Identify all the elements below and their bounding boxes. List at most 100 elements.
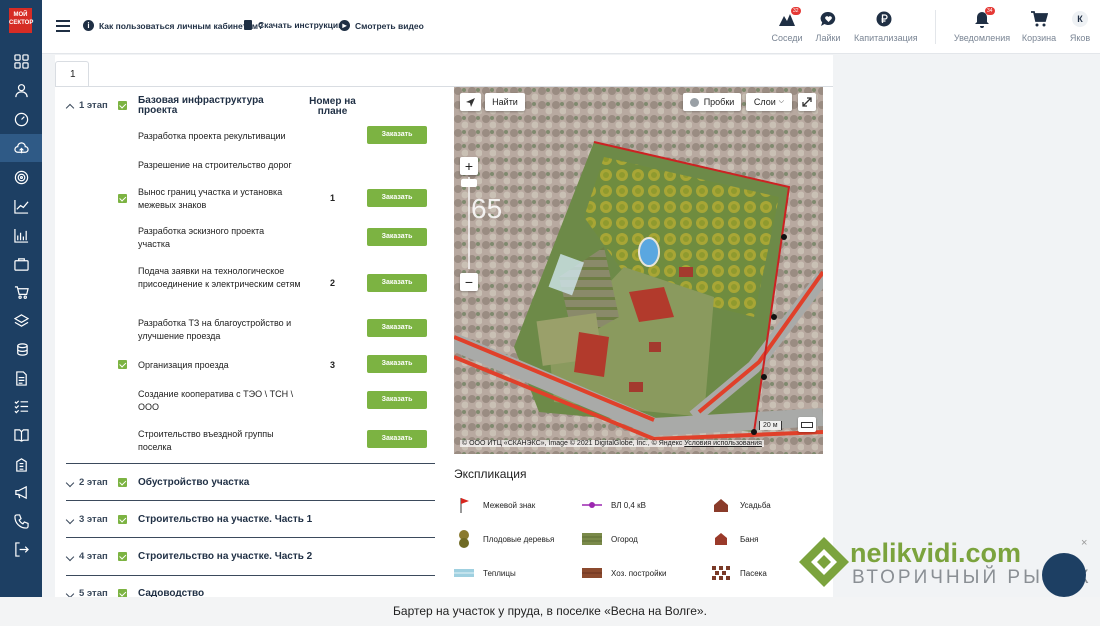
legend-item: Усадьба	[711, 498, 771, 512]
power-line-icon	[582, 498, 602, 512]
cloud-upload-icon[interactable]	[0, 134, 42, 162]
item-text: Организация проезда	[138, 360, 229, 370]
coins-icon[interactable]	[0, 335, 42, 363]
capitalization-button[interactable]: Капитализация	[854, 9, 918, 43]
order-button[interactable]: Заказать	[367, 319, 427, 337]
ruble-icon	[876, 11, 892, 27]
profile-button[interactable]: К Яков	[1050, 9, 1100, 43]
megaphone-icon[interactable]	[0, 478, 42, 506]
flag-icon	[454, 498, 474, 513]
order-button[interactable]: Заказать	[367, 391, 427, 409]
order-button[interactable]: Заказать	[367, 189, 427, 207]
zoom-out-button[interactable]: −	[460, 273, 478, 291]
document-icon[interactable]	[0, 364, 42, 392]
satellite-image	[454, 87, 823, 454]
logout-icon[interactable]	[0, 535, 42, 563]
item-text: Вынос границ участка и установка межевых…	[138, 187, 283, 210]
ruler-icon[interactable]	[798, 417, 816, 432]
help-link-label: Как пользоваться личным кабинетом?	[99, 20, 264, 31]
stage4-title: Строительство на участке. Часть 2	[138, 551, 313, 562]
stage3-toggle[interactable]: 3 этап	[65, 514, 108, 525]
traffic-button[interactable]: Пробки	[683, 93, 741, 111]
traffic-label: Пробки	[703, 97, 735, 107]
notifications-badge: 34	[985, 7, 995, 15]
stage1-checkbox[interactable]	[118, 101, 127, 110]
legend-label: Межевой знак	[483, 500, 536, 510]
locate-icon[interactable]	[460, 93, 481, 111]
chart-line-icon[interactable]	[0, 192, 42, 220]
item-checkbox[interactable]	[118, 194, 127, 203]
item-text: Строительство въездной группы поселка	[138, 429, 274, 452]
stage4-label: 4 этап	[79, 551, 108, 562]
book-icon[interactable]	[0, 421, 42, 449]
item-checkbox[interactable]	[118, 360, 127, 369]
find-button[interactable]: Найти	[485, 93, 525, 111]
house-icon	[711, 498, 731, 512]
layers-button[interactable]: Слои ⌵	[746, 93, 792, 111]
stage3-label: 3 этап	[79, 514, 108, 525]
plan-number: 1	[329, 193, 335, 203]
checklist-icon[interactable]	[0, 392, 42, 420]
gauge-icon[interactable]	[0, 105, 42, 133]
item-text: Разработка ТЗ на благоустройство и улучш…	[138, 318, 292, 341]
user-icon[interactable]	[0, 76, 42, 104]
download-instruction-link[interactable]: Скачать инструкцию	[244, 20, 345, 30]
watch-video-link[interactable]: ▸ Смотреть видео	[339, 20, 424, 31]
watermark-logo	[799, 537, 849, 587]
help-link[interactable]: i Как пользоваться личным кабинетом?	[83, 20, 263, 31]
stage1-toggle[interactable]: 1 этап	[65, 100, 108, 112]
project-tab[interactable]: 1	[55, 61, 89, 86]
stage2-checkbox[interactable]	[118, 478, 127, 487]
building-icon[interactable]	[0, 450, 42, 478]
legend-item: ВЛ 0,4 кВ	[582, 498, 646, 512]
copyright-text: © ООО ИТЦ «СКАНЭКС», Image © 2021 Digita…	[462, 440, 683, 447]
stage-divider	[66, 463, 435, 464]
zoom-level: 65	[471, 193, 503, 224]
notifications-button[interactable]: 34 Уведомления	[952, 7, 1012, 43]
target-icon[interactable]	[0, 163, 42, 191]
stage2-toggle[interactable]: 2 этап	[65, 477, 108, 488]
legend-label: ВЛ 0,4 кВ	[611, 500, 646, 510]
stage3-checkbox[interactable]	[118, 515, 127, 524]
fullscreen-icon[interactable]	[798, 93, 816, 111]
item-text: Создание кооператива с ТЭО \ ТСН \ ООО	[138, 389, 294, 412]
order-button[interactable]: Заказать	[367, 430, 427, 448]
shed-icon	[582, 566, 602, 580]
phone-icon[interactable]	[0, 507, 42, 535]
avatar: К	[1072, 11, 1088, 27]
item-text: Подача заявки на технологическое присоед…	[138, 266, 301, 289]
zoom-in-button[interactable]: +	[460, 157, 478, 175]
zoom-handle[interactable]	[461, 179, 477, 187]
garden-icon	[582, 532, 602, 546]
legend-label: Плодовые деревья	[483, 534, 555, 544]
legend-item: Огород	[582, 532, 638, 546]
order-button[interactable]: Заказать	[367, 126, 427, 144]
legend-label: Хоз. постройки	[611, 568, 667, 578]
briefcase-icon[interactable]	[0, 250, 42, 278]
legend-label: Огород	[611, 534, 638, 544]
order-button[interactable]: Заказать	[367, 355, 427, 373]
order-button[interactable]: Заказать	[367, 274, 427, 292]
document-icon	[244, 20, 252, 30]
dashboard-icon[interactable]	[0, 47, 42, 75]
bar-chart-icon[interactable]	[0, 221, 42, 249]
menu-icon[interactable]	[56, 20, 70, 32]
stage4-checkbox[interactable]	[118, 552, 127, 561]
apiary-icon	[711, 566, 731, 580]
terms-link[interactable]: Условия использования	[684, 440, 762, 447]
site-plan-map[interactable]: Найти Пробки Слои ⌵ + 65 − 20 м © ООО ИТ…	[454, 87, 823, 454]
chevron-up-icon	[65, 103, 75, 112]
profile-label: Яков	[1069, 33, 1091, 43]
layers-icon[interactable]	[0, 306, 42, 334]
legend-label: Теплицы	[483, 568, 516, 578]
order-button[interactable]: Заказать	[367, 228, 427, 246]
top-bar: i Как пользоваться личным кабинетом? Ска…	[42, 0, 1100, 54]
zoom-track[interactable]	[468, 177, 470, 269]
likes-button[interactable]: Лайки	[798, 9, 858, 43]
cart-icon[interactable]	[0, 278, 42, 306]
close-icon[interactable]: ×	[1081, 537, 1087, 549]
chat-button[interactable]	[1042, 553, 1086, 597]
plan-number: 3	[329, 360, 335, 370]
stage4-toggle[interactable]: 4 этап	[65, 551, 108, 562]
logo[interactable]: МОЙ СЕКТОР	[9, 8, 33, 33]
